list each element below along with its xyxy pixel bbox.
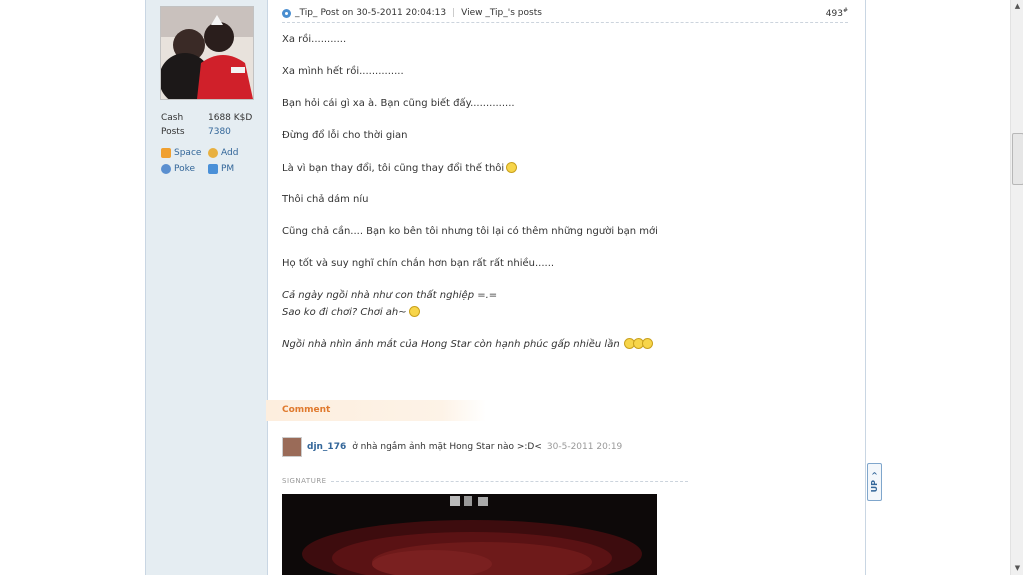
message-italic-line-with-smiley: Ngồi nhà nhìn ảnh mắt của Hong Star còn … (282, 338, 842, 354)
header-divider: | (452, 8, 456, 18)
post-content: _Tip_ Post on 30-5-2011 20:04:13 | View … (266, 0, 852, 575)
user-actions: Space Add Poke PM (161, 145, 255, 177)
cash-value: 1688 K$D (208, 113, 253, 123)
add-friend-link[interactable]: Add (208, 145, 255, 161)
comment-item: djn_176 ở nhà ngắm ảnh mặt Hong Star nào… (282, 437, 622, 457)
comment-time: 30-5-2011 20:19 (546, 442, 623, 452)
comment-author[interactable]: djn_176 (307, 442, 346, 452)
user-stats: Cash 1688 K$D Posts 7380 (161, 111, 252, 139)
signature-label: SIGNATURE (282, 477, 327, 485)
posts-value[interactable]: 7380 (208, 125, 231, 139)
cash-label: Cash (161, 113, 184, 123)
message-italic-line: Ngồi nhà nhìn ảnh mắt của Hong Star còn … (282, 339, 620, 350)
comment-tab: Comment (266, 400, 486, 421)
poke-label: Poke (174, 164, 196, 174)
handshake-icon (208, 148, 218, 158)
message-italic-line: Sao ko đi chơi? Chơi ah~ (282, 307, 407, 318)
signature-image (282, 494, 657, 575)
posts-label: Posts (161, 127, 185, 137)
space-label: Space (174, 148, 202, 158)
avatar[interactable] (160, 6, 254, 100)
message-line: Cũng chả cần.... Bạn ko bên tôi nhưng tô… (282, 226, 658, 237)
message-line: Đừng đổ lỗi cho thời gian (282, 130, 408, 141)
poke-link[interactable]: Poke (161, 161, 208, 177)
post-header: _Tip_ Post on 30-5-2011 20:04:13 | View … (282, 4, 848, 23)
post-author[interactable]: _Tip_ (295, 8, 317, 18)
poke-icon (161, 164, 171, 174)
message-italic-line-with-smiley: Sao ko đi chơi? Chơi ah~ (282, 306, 842, 338)
post-container: Cash 1688 K$D Posts 7380 Space Add Poke … (145, 0, 866, 575)
message-italic-line: Cả ngày ngồi nhà như con thất nghiệp =.= (282, 290, 498, 301)
home-icon (161, 148, 171, 158)
signature-divider: SIGNATURE (282, 477, 688, 485)
pm-label: PM (221, 164, 235, 174)
message-line-with-smiley: Là vì bạn thay đổi, tôi cũng thay đổi th… (282, 162, 842, 194)
message-line: Xa rồi........... (282, 34, 347, 45)
floor-number: 493 (825, 9, 843, 19)
smiley-icon (506, 162, 518, 173)
floor-mark: # (842, 7, 848, 14)
post-message: Xa rồi........... Xa mình hết rồi.......… (282, 34, 842, 354)
vertical-scrollbar[interactable]: ▲ ▼ (1010, 0, 1023, 575)
space-link[interactable]: Space (161, 145, 208, 161)
message-line: Bạn hỏi cái gì xa à. Bạn cũng biết đấy..… (282, 98, 515, 109)
scroll-down-arrow-icon[interactable]: ▼ (1011, 562, 1023, 575)
up-label: UP (870, 480, 879, 493)
add-label: Add (221, 148, 239, 158)
view-posts-link[interactable]: View _Tip_'s posts (461, 8, 542, 18)
grin-smiley-icon (408, 306, 420, 317)
comment-text: ở nhà ngắm ảnh mặt Hong Star nào >:D< (352, 442, 542, 452)
scrollbar-thumb[interactable] (1012, 133, 1023, 185)
online-status-icon (282, 8, 291, 18)
comment-avatar[interactable] (282, 437, 302, 457)
post-date: Post on 30-5-2011 20:04:13 (320, 8, 447, 18)
signature-line (330, 480, 688, 482)
message-line: Xa mình hết rồi.............. (282, 66, 404, 77)
pm-link[interactable]: PM (208, 161, 255, 177)
message-line: Thôi chả dám níu (282, 194, 369, 205)
mail-icon (208, 164, 218, 174)
scroll-to-top-button[interactable]: ^ UP (867, 463, 882, 501)
message-line: Là vì bạn thay đổi, tôi cũng thay đổi th… (282, 163, 505, 174)
user-sidebar: Cash 1688 K$D Posts 7380 Space Add Poke … (146, 0, 268, 575)
scroll-up-arrow-icon[interactable]: ▲ (1011, 0, 1023, 13)
message-line: Họ tốt và suy nghĩ chín chắn hơn bạn rất… (282, 258, 555, 269)
up-arrow-icon: ^ (871, 471, 878, 481)
post-floor: 493# (826, 7, 848, 19)
wink-smiley-icon (641, 338, 653, 349)
